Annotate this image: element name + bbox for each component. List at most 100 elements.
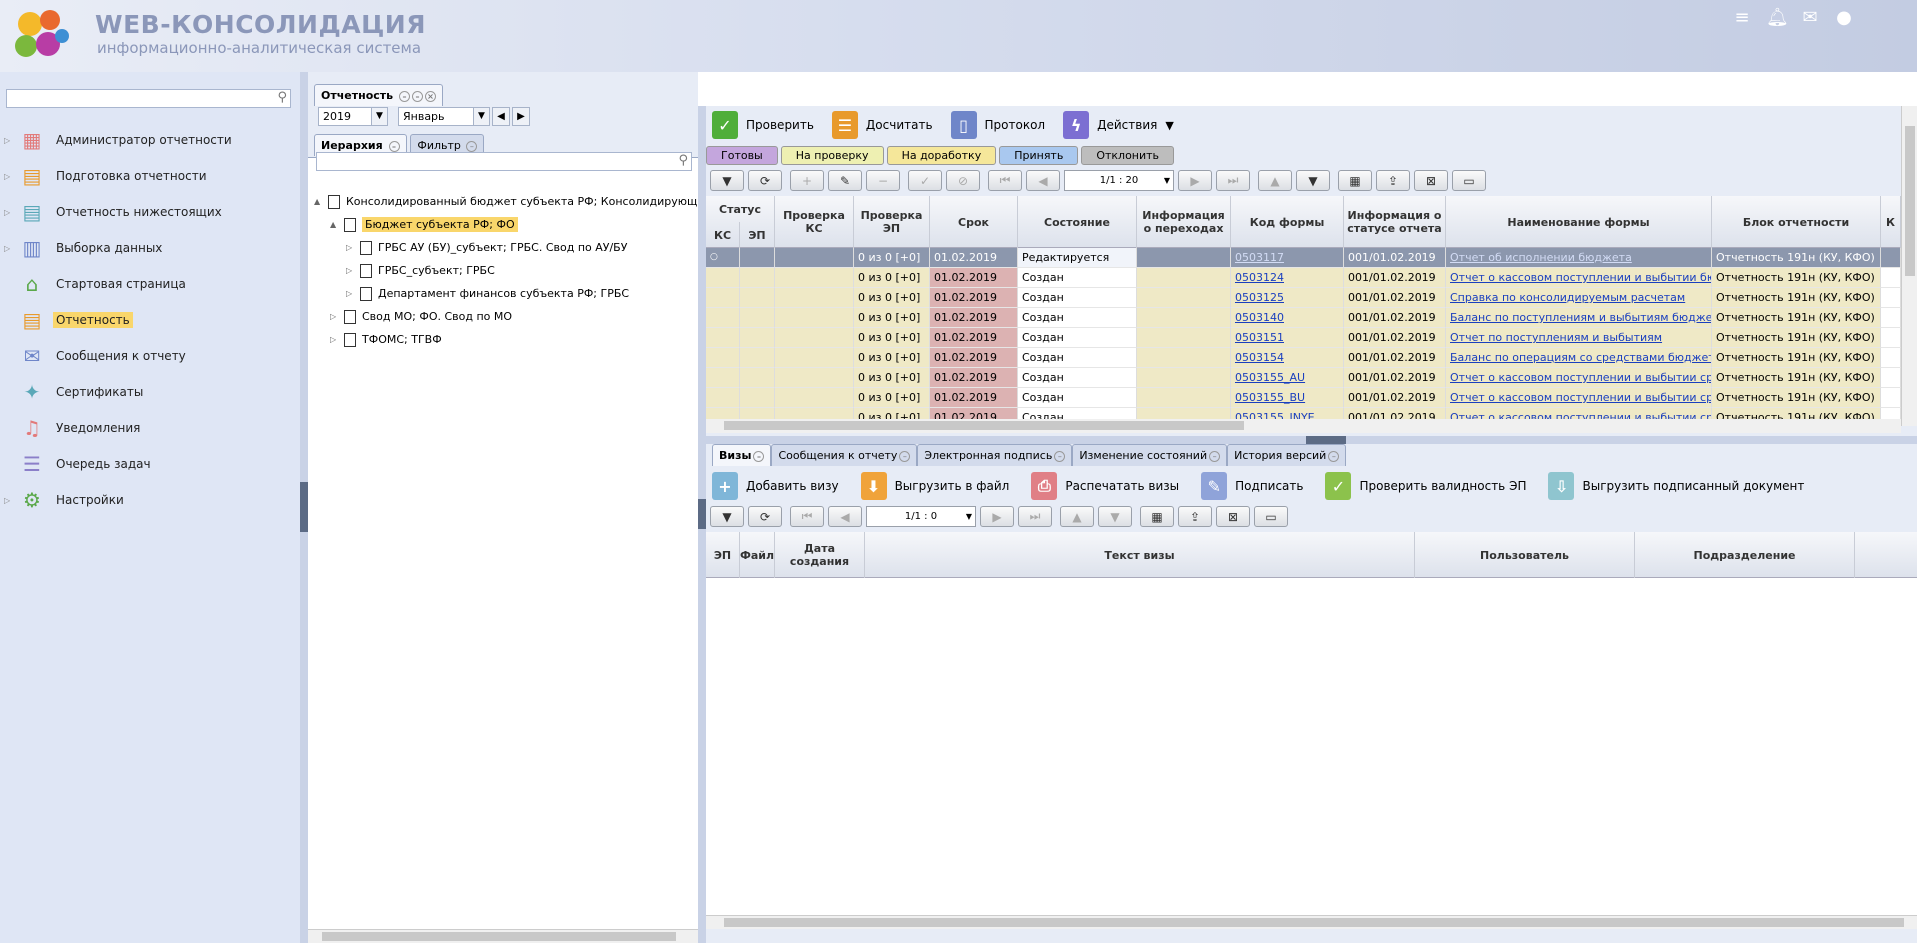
clear-filter-icon[interactable]: ⊠ (1216, 506, 1250, 527)
form-name-link[interactable]: Отчет по поступлениям и выбытиям (1446, 328, 1712, 348)
detail-tab-4[interactable]: История версий – (1227, 444, 1347, 466)
comment-icon[interactable]: ▭ (1254, 506, 1288, 527)
table-row[interactable]: 0 из 0 [+0] 01.02.2019 Создан 0503125 001/01… (706, 288, 1917, 308)
tree-node[interactable]: ▷ Свод МО; ФО. Свод по МО (308, 305, 698, 328)
menu-icon[interactable]: ≡ (1732, 8, 1752, 28)
col-visa-created[interactable]: Дата создания (775, 532, 865, 578)
prev-page-icon[interactable]: ◀ (828, 506, 862, 527)
table-row[interactable]: 0 из 0 [+0] 01.02.2019 Создан 0503151 001/01… (706, 328, 1917, 348)
detail-tab-3[interactable]: Изменение состояний – (1072, 444, 1228, 466)
horizontal-scrollbar[interactable] (308, 929, 698, 943)
horizontal-scrollbar[interactable] (706, 419, 1901, 433)
tree-toggle-icon[interactable]: ▷ (330, 335, 336, 344)
first-page-icon[interactable]: ⏮ (988, 170, 1022, 191)
pager-select[interactable]: 1/1 : 20 ▼ (1064, 170, 1174, 191)
tree-toggle-icon[interactable]: ▲ (330, 220, 336, 229)
prev-page-icon[interactable]: ◀ (1026, 170, 1060, 191)
form-name-link[interactable]: Справка по консолидируемым расчетам (1446, 288, 1712, 308)
status-button-1[interactable]: На проверку (780, 146, 884, 165)
form-name-link[interactable]: Отчет о кассовом поступлении и выбытии б… (1446, 268, 1712, 288)
expand-arrow-icon[interactable]: ▷ (4, 496, 10, 505)
scrollbar-thumb[interactable] (724, 918, 1904, 927)
col-report-status[interactable]: Информация о статусе отчета (1344, 196, 1446, 248)
minimize-icon[interactable]: – (1328, 450, 1340, 462)
form-code-link[interactable]: 0503155_BU (1231, 388, 1344, 408)
table-row[interactable]: 0 из 0 [+0] 01.02.2019 Создан 0503155_BU 001… (706, 388, 1917, 408)
scrollbar-thumb[interactable] (322, 932, 676, 941)
visa-action-0[interactable]: + Добавить визу (712, 472, 839, 500)
nav-item-3[interactable]: ▷ ▥ Выборка данных (0, 230, 300, 266)
search-icon[interactable]: ⚲ (678, 153, 688, 168)
col-ks[interactable]: КС (706, 222, 740, 248)
nav-search-input[interactable]: ⚲ (6, 89, 291, 108)
table-view-icon[interactable]: ▦ (1338, 170, 1372, 191)
toolbar-button-0[interactable]: ✓ Проверить (712, 111, 814, 139)
minimize-icon[interactable]: – (1209, 450, 1221, 462)
user-icon[interactable]: ● (1834, 8, 1854, 28)
remove-row-icon[interactable]: − (866, 170, 900, 191)
month-select[interactable]: Январь ▼ (398, 107, 490, 126)
splitter-grip[interactable] (1306, 436, 1346, 444)
col-form-code[interactable]: Код формы (1231, 196, 1344, 248)
toolbar-button-1[interactable]: ☰ Досчитать (831, 111, 933, 139)
filter-icon[interactable]: ▼ (710, 170, 744, 191)
minimize-icon[interactable]: – (899, 450, 911, 462)
next-page-icon[interactable]: ▶ (1178, 170, 1212, 191)
form-code-link[interactable]: 0503140 (1231, 308, 1344, 328)
tree-node[interactable]: ▷ Департамент финансов субъекта РФ; ГРБС (308, 282, 698, 305)
search-icon[interactable]: ⚲ (277, 90, 287, 105)
tree-node[interactable]: ▷ ГРБС АУ (БУ)_субъект; ГРБС. Свод по АУ/… (308, 236, 698, 259)
nav-item-10[interactable]: ▷ ⚙ Настройки (0, 482, 300, 518)
form-name-link[interactable]: Баланс по поступлениям и выбытиям бюджет (1446, 308, 1712, 328)
confirm-icon[interactable]: ✓ (908, 170, 942, 191)
tree-toggle-icon[interactable]: ▷ (330, 312, 336, 321)
refresh-icon[interactable]: ⟳ (748, 170, 782, 191)
col-ep[interactable]: ЭП (740, 222, 775, 248)
visa-action-1[interactable]: ⬇ Выгрузить в файл (860, 472, 1009, 500)
minimize-icon[interactable]: – (1054, 450, 1066, 462)
col-form-name[interactable]: Наименование формы (1446, 196, 1712, 248)
tree-node[interactable]: ▲ Консолидированный бюджет субъекта РФ; К… (308, 190, 733, 213)
table-row[interactable]: 0 из 0 [+0] 01.02.2019 Создан 0503124 001/01… (706, 268, 1917, 288)
form-name-link[interactable]: Баланс по операциям со средствами бюджет… (1446, 348, 1712, 368)
col-status[interactable]: Статус (706, 196, 775, 222)
nav-item-0[interactable]: ▷ ▦ Администратор отчетности (0, 122, 300, 158)
splitter-grip[interactable] (300, 482, 308, 532)
tree-search-input[interactable]: ⚲ (316, 152, 692, 171)
col-visa-ep[interactable]: ЭП (706, 532, 740, 578)
add-row-icon[interactable]: + (790, 170, 824, 191)
nav-item-1[interactable]: ▷ ▤ Подготовка отчетности (0, 158, 300, 194)
col-visa-text[interactable]: Текст визы (865, 532, 1415, 578)
dropdown-arrow-icon[interactable]: ▼ (1165, 119, 1173, 132)
detail-tab-1[interactable]: Сообщения к отчету – (771, 444, 918, 466)
tree-toggle-icon[interactable]: ▷ (346, 266, 352, 275)
table-view-icon[interactable]: ▦ (1140, 506, 1174, 527)
col-deadline[interactable]: Срок (930, 196, 1018, 248)
minimize-icon[interactable]: – (398, 90, 410, 102)
form-name-link[interactable]: Отчет о кассовом поступлении и выбытии с… (1446, 368, 1712, 388)
comment-icon[interactable]: ▭ (1452, 170, 1486, 191)
move-down-icon[interactable]: ▼ (1098, 506, 1132, 527)
envelope-icon[interactable]: ✉ (1800, 8, 1820, 28)
form-name-link[interactable]: Отчет о кассовом поступлении и выбытии с… (1446, 388, 1712, 408)
tree-node[interactable]: ▲ Бюджет субъекта РФ; ФО (308, 213, 698, 236)
form-code-link[interactable]: 0503117 (1231, 248, 1344, 268)
scrollbar-thumb[interactable] (724, 421, 1244, 430)
visa-action-5[interactable]: ⇩ Выгрузить подписанный документ (1548, 472, 1804, 500)
status-button-2[interactable]: На доработку (886, 146, 997, 165)
tree-node[interactable]: ▷ ГРБС_субъект; ГРБС (308, 259, 698, 282)
expand-arrow-icon[interactable]: ▷ (4, 244, 10, 253)
clear-filter-icon[interactable]: ⊠ (1414, 170, 1448, 191)
edit-icon[interactable]: ✎ (828, 170, 862, 191)
tree-toggle-icon[interactable]: ▷ (346, 289, 352, 298)
nav-item-7[interactable]: ✦ Сертификаты (0, 374, 300, 410)
expand-arrow-icon[interactable]: ▷ (4, 136, 10, 145)
table-row[interactable]: ○ 0 из 0 [+0] 01.02.2019 Редактируется 05031… (706, 248, 1917, 268)
restore-icon[interactable]: – (411, 90, 423, 102)
col-check-ks[interactable]: Проверка КС (775, 196, 854, 248)
export-icon[interactable]: ⇪ (1376, 170, 1410, 191)
year-select[interactable]: 2019 ▼ (318, 107, 388, 126)
visa-action-2[interactable]: ⎙ Распечатать визы (1031, 472, 1179, 500)
move-down-icon[interactable]: ▼ (1296, 170, 1330, 191)
chevron-down-icon[interactable]: ▼ (966, 507, 972, 526)
